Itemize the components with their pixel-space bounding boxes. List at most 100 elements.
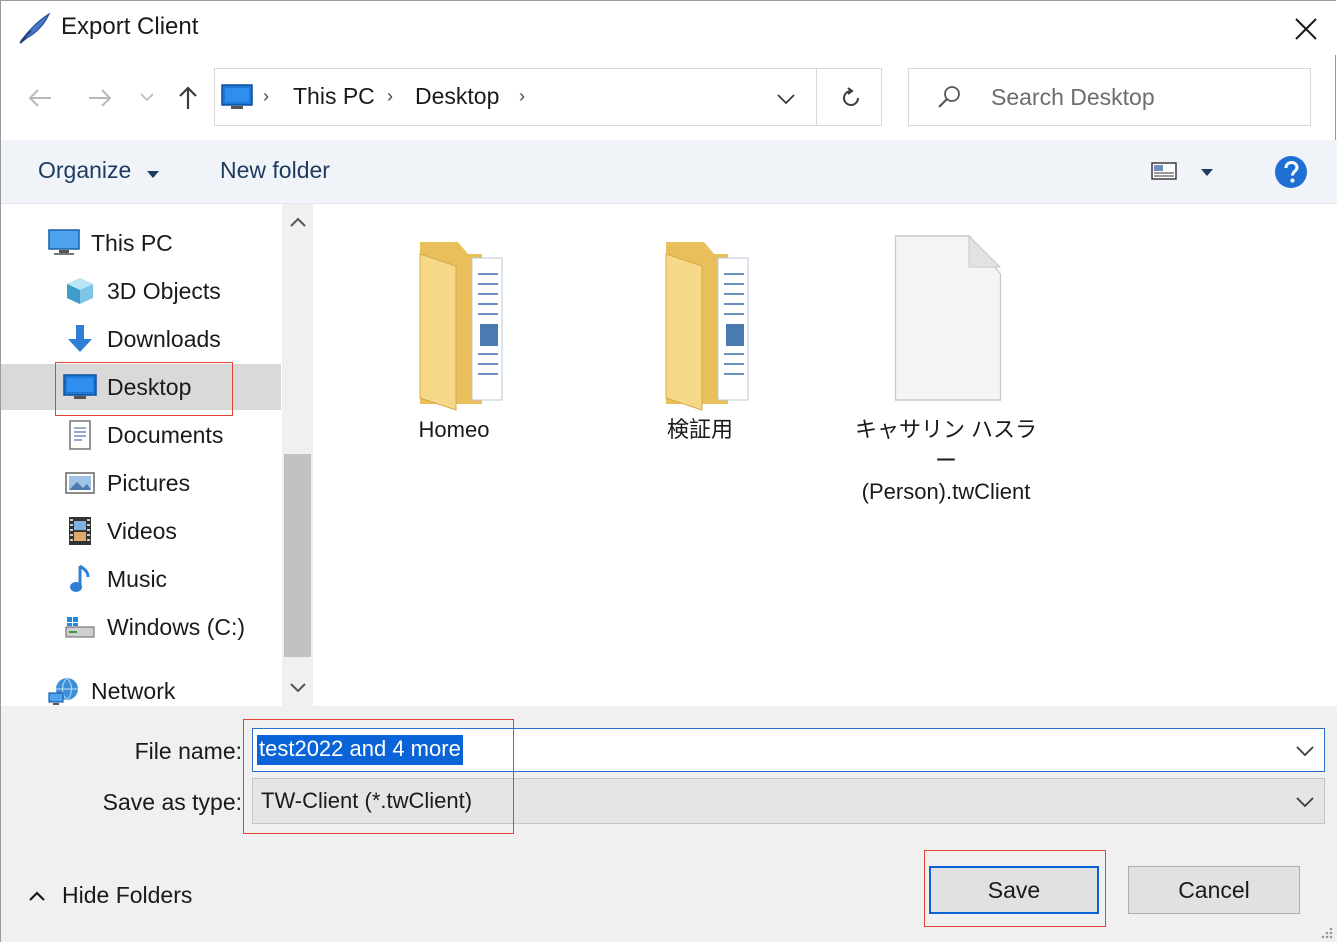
file-name-value: test2022 and 4 more — [257, 735, 463, 765]
command-toolbar: Organize New folder — [1, 140, 1337, 204]
sidebar-item-documents[interactable]: Documents — [63, 412, 223, 458]
folder-item-homeo[interactable]: Homeo — [354, 234, 554, 445]
back-arrow-icon — [28, 89, 51, 107]
cube-icon — [63, 274, 97, 308]
forward-arrow-icon — [89, 89, 112, 107]
file-name-input[interactable]: test2022 and 4 more — [252, 728, 1325, 772]
cancel-button[interactable]: Cancel — [1128, 866, 1300, 914]
view-dropdown-button[interactable] — [1197, 162, 1217, 182]
sidebar-item-label: 3D Objects — [107, 277, 221, 304]
folder-item-kenshouyou[interactable]: 検証用 — [600, 234, 800, 445]
film-icon — [63, 514, 97, 548]
chevron-down-icon — [1296, 796, 1314, 807]
sidebar-item-videos[interactable]: Videos — [63, 508, 177, 554]
network-icon — [47, 674, 81, 706]
save-button[interactable]: Save — [929, 866, 1099, 914]
view-layout-icon — [1151, 162, 1177, 180]
search-input[interactable]: Search Desktop — [908, 68, 1311, 126]
file-label-line1: キャサリン ハスラー — [854, 417, 1038, 473]
new-folder-button[interactable]: New folder — [220, 157, 330, 184]
chevron-down-icon — [140, 93, 154, 102]
sidebar-item-label: Documents — [107, 421, 224, 448]
breadcrumb-separator-icon: › — [387, 86, 393, 106]
download-arrow-icon — [63, 322, 97, 356]
computer-icon — [47, 226, 81, 260]
file-list-pane: Homeo 検証用 キャサリン ハスラー (Person).twClient — [316, 204, 1337, 706]
forward-button[interactable] — [82, 78, 118, 118]
organize-menu[interactable]: Organize — [38, 157, 160, 185]
breadcrumb-desktop[interactable]: Desktop — [415, 83, 499, 110]
help-question-icon — [1275, 156, 1307, 188]
feather-pen-icon — [17, 11, 53, 45]
file-item-twclient[interactable]: キャサリン ハスラー (Person).twClient — [846, 234, 1046, 507]
organize-label: Organize — [38, 157, 132, 183]
scroll-up-button[interactable] — [284, 208, 311, 236]
desktop-icon — [63, 370, 97, 404]
sidebar-item-this-pc[interactable]: This PC — [47, 220, 173, 266]
address-history-dropdown[interactable] — [771, 83, 801, 113]
chevron-down-icon — [777, 93, 795, 104]
title-bar: Export Client — [1, 1, 1337, 55]
search-icon — [935, 83, 963, 111]
drive-icon — [63, 610, 97, 644]
sidebar-item-label: Pictures — [107, 469, 191, 496]
sidebar-item-label: Desktop — [107, 373, 192, 400]
blank-file-icon — [846, 234, 1046, 414]
file-label-line2: (Person).twClient — [861, 479, 1031, 504]
sidebar-item-pictures[interactable]: Pictures — [63, 460, 190, 506]
caret-down-icon — [1201, 168, 1213, 176]
sidebar-item-label: Windows (C:) — [107, 613, 246, 640]
hide-folders-label: Hide Folders — [62, 882, 193, 908]
chevron-up-icon — [289, 217, 306, 227]
document-icon — [63, 418, 97, 452]
sidebar-item-desktop[interactable]: Desktop — [1, 364, 281, 410]
navigation-pane: This PC 3D Objects Downloads Desktop Doc… — [1, 204, 313, 706]
save-as-type-dropdown[interactable] — [1293, 790, 1317, 812]
file-label: Homeo — [418, 417, 490, 442]
breadcrumb-separator-icon[interactable]: › — [519, 86, 525, 107]
chevron-down-icon — [289, 683, 306, 693]
save-as-type-label: Save as type: — [102, 789, 242, 815]
save-as-type-select[interactable]: TW-Client (*.twClient) — [252, 778, 1325, 824]
desktop-icon — [221, 83, 253, 111]
up-button[interactable] — [170, 78, 206, 118]
sidebar-item-3d-objects[interactable]: 3D Objects — [63, 268, 221, 314]
file-name-dropdown[interactable] — [1293, 739, 1317, 761]
recent-locations-button[interactable] — [136, 86, 158, 108]
file-name-label: File name: — [134, 738, 242, 764]
hide-folders-toggle[interactable]: Hide Folders — [28, 882, 192, 909]
sidebar-item-label: Videos — [107, 517, 177, 544]
scroll-down-button[interactable] — [284, 674, 311, 702]
folder-icon — [354, 234, 554, 414]
close-icon — [1295, 18, 1317, 40]
chevron-down-icon — [1296, 745, 1314, 756]
help-button[interactable] — [1273, 154, 1309, 190]
back-button[interactable] — [22, 78, 58, 118]
music-note-icon — [63, 562, 97, 596]
sidebar-item-downloads[interactable]: Downloads — [63, 316, 221, 362]
sidebar-item-label: Network — [91, 677, 176, 704]
refresh-button[interactable] — [831, 81, 871, 115]
chevron-up-icon — [29, 890, 45, 901]
resize-grip-icon[interactable] — [1316, 922, 1334, 940]
divider — [816, 69, 817, 125]
file-label: 検証用 — [666, 417, 733, 442]
sidebar-item-label: Downloads — [107, 325, 221, 352]
picture-icon — [63, 466, 97, 500]
folder-icon — [600, 234, 800, 414]
save-as-type-value: TW-Client (*.twClient) — [261, 788, 473, 813]
caret-down-icon — [146, 158, 160, 185]
close-button[interactable] — [1283, 9, 1329, 49]
breadcrumb-separator-icon: › — [263, 86, 269, 106]
sidebar-item-music[interactable]: Music — [63, 556, 167, 602]
window-title: Export Client — [61, 13, 199, 40]
sidebar-item-network[interactable]: Network — [47, 668, 175, 706]
sidebar-item-windows-c[interactable]: Windows (C:) — [63, 604, 245, 650]
refresh-icon — [843, 87, 859, 106]
breadcrumb-this-pc[interactable]: This PC — [293, 83, 375, 110]
address-bar[interactable]: › This PC › Desktop › — [214, 68, 882, 126]
search-placeholder: Search Desktop — [991, 84, 1155, 110]
view-options-button[interactable] — [1149, 158, 1179, 184]
sidebar-scrollbar-thumb[interactable] — [284, 454, 311, 657]
sidebar-item-label: Music — [107, 565, 168, 592]
